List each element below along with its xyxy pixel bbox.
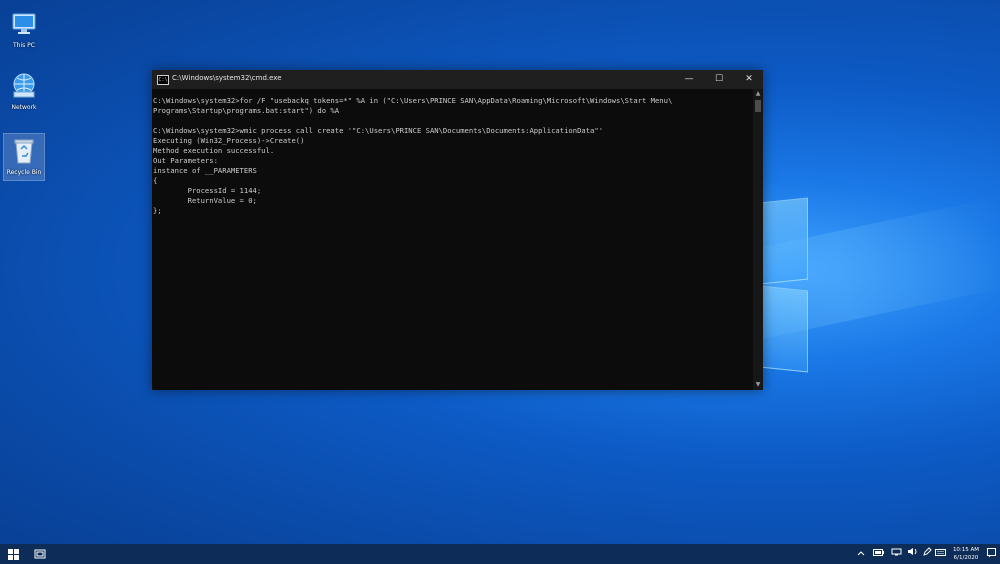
start-button[interactable] <box>8 549 19 560</box>
cmd-window[interactable]: C:\ C:\Windows\system32\cmd.exe — ☐ ✕ C:… <box>152 70 763 390</box>
clock-time: 10:15 AM <box>952 547 980 553</box>
console-line: Programs\Startup\programs.bat:start") do… <box>153 106 340 115</box>
scroll-down-arrow-icon[interactable]: ▼ <box>753 380 763 390</box>
desktop-icon-label: This PC <box>13 42 35 49</box>
console-line: Executing (Win32_Process)->Create() <box>153 136 305 145</box>
console-line: { <box>153 176 158 185</box>
scroll-up-arrow-icon[interactable]: ▲ <box>753 89 763 99</box>
close-button[interactable]: ✕ <box>734 70 764 89</box>
minimize-button[interactable]: — <box>674 70 704 89</box>
console-line: ReturnValue = 0; <box>153 196 257 205</box>
recycle-bin-icon <box>10 137 38 165</box>
desktop-icon-network[interactable]: Network <box>4 72 44 111</box>
console-line: }; <box>153 206 162 215</box>
wallpaper-windows-logo <box>760 197 808 373</box>
battery-icon[interactable] <box>872 544 884 564</box>
maximize-button[interactable]: ☐ <box>704 70 734 89</box>
taskbar: 10:15 AM 6/1/2020 <box>0 544 1000 564</box>
desktop-icon-label: Recycle Bin <box>6 169 42 176</box>
scrollbar-thumb[interactable] <box>755 100 761 112</box>
console-line: C:\Windows\system32>wmic process call cr… <box>153 126 604 135</box>
desktop-icon-label: Network <box>11 104 37 111</box>
console-output[interactable]: C:\Windows\system32>for /F "usebackq tok… <box>152 96 752 386</box>
console-line: ProcessId = 1144; <box>153 186 262 195</box>
desktop-icon-this-pc[interactable]: This PC <box>4 10 44 49</box>
console-line: Method execution successful. <box>153 146 275 155</box>
window-title: C:\Windows\system32\cmd.exe <box>172 74 282 82</box>
vertical-scrollbar[interactable]: ▲ ▼ <box>753 89 763 390</box>
cmd-app-icon: C:\ <box>157 75 169 85</box>
network-icon <box>10 72 38 100</box>
volume-icon[interactable] <box>906 544 918 564</box>
console-line: Out Parameters: <box>153 156 218 165</box>
taskbar-clock[interactable]: 10:15 AM 6/1/2020 <box>948 546 984 562</box>
desktop-icon-recycle-bin[interactable]: Recycle Bin <box>3 133 45 181</box>
computer-icon <box>10 10 38 38</box>
window-titlebar[interactable]: C:\ C:\Windows\system32\cmd.exe — ☐ ✕ <box>152 70 763 89</box>
task-view-icon[interactable] <box>34 549 46 559</box>
pen-icon[interactable] <box>922 544 932 564</box>
console-line: instance of __PARAMETERS <box>153 166 257 175</box>
keyboard-icon[interactable] <box>934 544 946 564</box>
notification-center-icon[interactable] <box>986 548 996 560</box>
clock-date: 6/1/2020 <box>953 555 979 561</box>
chevron-up-icon[interactable] <box>856 544 866 564</box>
network-tray-icon[interactable] <box>890 544 902 564</box>
console-line: C:\Windows\system32>for /F "usebackq tok… <box>153 96 673 105</box>
